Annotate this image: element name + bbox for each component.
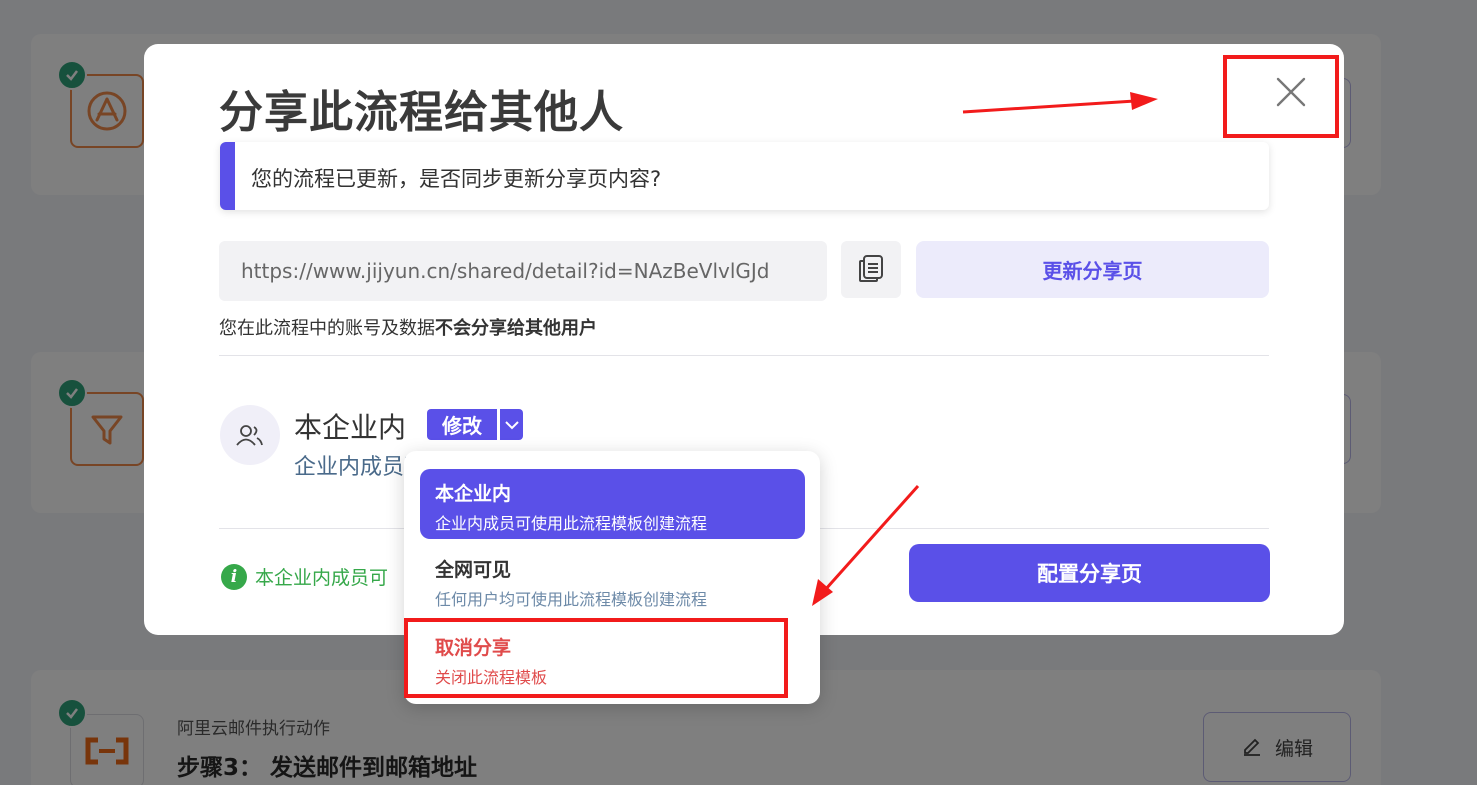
scope-info-line: i 本企业内成员可 [221,563,388,590]
modal-title: 分享此流程给其他人 [219,87,624,138]
option-description: 任何用户均可使用此流程模板创建流程 [435,590,708,609]
option-description: 企业内成员可使用此流程模板创建流程 [435,514,708,533]
annotation-highlight-box [404,618,788,698]
privacy-note-prefix: 您在此流程中的账号及数据 [219,318,435,339]
share-url-input[interactable] [219,241,827,301]
copy-button[interactable] [841,241,901,298]
divider [219,355,1269,356]
notice-accent-bar [220,142,235,210]
copy-icon [855,252,887,288]
users-icon [220,405,280,465]
option-label: 本企业内 [435,483,512,505]
scope-info-text: 本企业内成员可 [255,567,389,589]
notice-text: 您的流程已更新，是否同步更新分享页内容? [251,167,662,191]
share-scope-title: 本企业内 [294,411,407,444]
privacy-note: 您在此流程中的账号及数据不会分享给其他用户 [219,314,597,340]
dropdown-option-public[interactable]: 全网可见 任何用户均可使用此流程模板创建流程 [420,545,805,615]
scope-dropdown-toggle[interactable] [500,409,523,440]
annotation-highlight-box [1223,55,1339,138]
configure-share-page-button[interactable]: 配置分享页 [909,544,1270,602]
privacy-note-bold: 不会分享给其他用户 [435,318,597,339]
info-icon: i [221,563,247,590]
chevron-down-icon [504,415,519,434]
update-notice: 您的流程已更新，是否同步更新分享页内容? [220,142,1269,210]
update-share-page-button[interactable]: 更新分享页 [916,241,1269,298]
share-scope-description: 企业内成员可使用此流程模板创建流程 [294,455,414,480]
option-label: 全网可见 [435,559,512,581]
dropdown-option-enterprise[interactable]: 本企业内 企业内成员可使用此流程模板创建流程 [420,469,805,539]
modify-scope-button[interactable]: 修改 [427,409,497,440]
